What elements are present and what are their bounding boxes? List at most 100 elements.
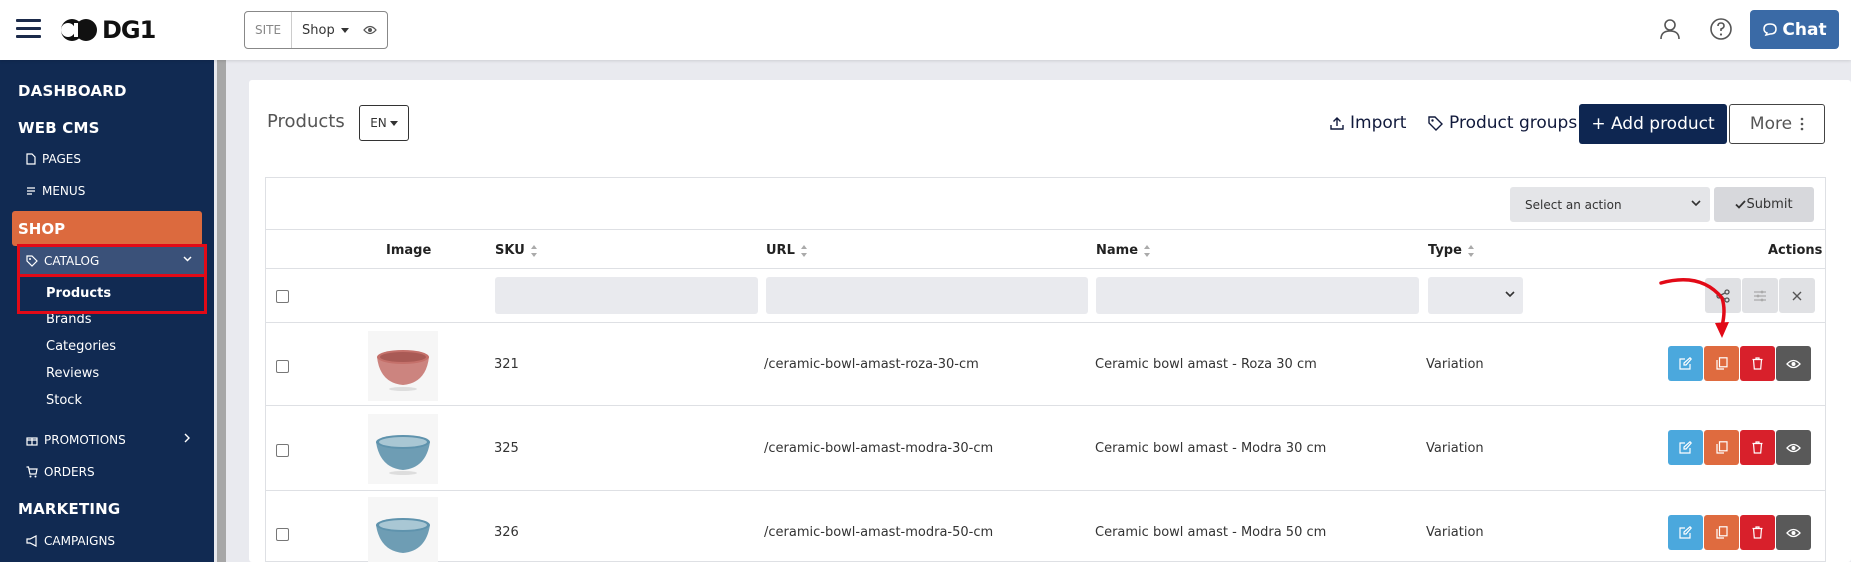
delete-button[interactable] [1740, 346, 1775, 381]
sort-icon [530, 244, 537, 257]
duplicate-button[interactable] [1704, 515, 1739, 550]
delete-button[interactable] [1740, 430, 1775, 465]
view-button[interactable] [1776, 430, 1811, 465]
trash-icon [1752, 357, 1763, 370]
sidebar-item-marketing[interactable]: MARKETING [18, 500, 120, 518]
divider [265, 405, 1826, 406]
language-dropdown[interactable]: EN [359, 105, 409, 141]
sidebar-item-menus[interactable]: MENUS [26, 184, 85, 198]
bowl-image [376, 518, 430, 553]
sidebar-scrollbar[interactable] [217, 60, 226, 562]
row-checkbox[interactable] [276, 444, 289, 457]
copy-icon [1715, 441, 1728, 454]
submit-button[interactable]: Submit [1714, 187, 1814, 222]
import-label: Import [1350, 113, 1407, 133]
sidebar-item-web-cms[interactable]: WEB CMS [18, 119, 100, 137]
select-all-checkbox[interactable] [276, 290, 289, 303]
column-header-label: URL [766, 243, 795, 258]
url-cell: /ceramic-bowl-amast-modra-50-cm [764, 525, 994, 540]
type-cell: Variation [1426, 525, 1484, 540]
delete-button[interactable] [1740, 515, 1775, 550]
eye-icon [1786, 443, 1801, 452]
duplicate-button[interactable] [1704, 430, 1739, 465]
row-checkbox[interactable] [276, 528, 289, 541]
column-header-label: SKU [495, 243, 525, 258]
eye-icon [1786, 359, 1801, 368]
language-value: EN [370, 116, 387, 130]
duplicate-button[interactable] [1704, 346, 1739, 381]
url-cell: /ceramic-bowl-amast-modra-30-cm [764, 441, 994, 456]
check-icon [1735, 200, 1747, 209]
site-select[interactable]: Shop [292, 23, 377, 38]
help-icon[interactable] [1709, 17, 1733, 41]
sku-filter-input[interactable] [495, 277, 758, 314]
product-groups-label: Product groups [1449, 113, 1578, 133]
more-button[interactable]: More [1729, 104, 1825, 144]
chat-button[interactable]: Chat [1750, 10, 1839, 49]
sidebar-item-campaigns[interactable]: CAMPAIGNS [26, 534, 115, 548]
name-cell: Ceramic bowl amast - Roza 30 cm [1095, 357, 1317, 372]
product-thumbnail [368, 497, 438, 562]
logo[interactable]: DG1 [60, 16, 156, 44]
logo-text: DG1 [102, 16, 156, 44]
name-filter-input[interactable] [1096, 277, 1419, 314]
edit-button[interactable] [1668, 346, 1703, 381]
clear-filters-button[interactable] [1779, 278, 1815, 313]
add-product-button[interactable]: + Add product [1579, 104, 1727, 144]
view-button[interactable] [1776, 515, 1811, 550]
sidebar-subitem-brands[interactable]: Brands [46, 312, 92, 327]
sidebar-item-dashboard[interactable]: DASHBOARD [18, 82, 127, 100]
sort-icon [800, 244, 807, 257]
column-header-type[interactable]: Type [1428, 243, 1475, 258]
kebab-icon [1800, 117, 1804, 131]
trash-icon [1752, 441, 1763, 454]
more-label: More [1749, 114, 1793, 134]
user-icon[interactable] [1658, 17, 1682, 41]
type-cell: Variation [1426, 357, 1484, 372]
filter-options-button[interactable] [1742, 278, 1778, 313]
list-icon [27, 187, 35, 195]
url-filter-input[interactable] [766, 277, 1088, 314]
edit-icon [1679, 441, 1692, 454]
product-thumbnail [368, 414, 438, 484]
type-filter-select[interactable] [1428, 277, 1523, 314]
sku-cell: 325 [494, 441, 519, 456]
logo-mark-icon [61, 19, 97, 41]
view-button[interactable] [1776, 346, 1811, 381]
sidebar-item-shop[interactable]: SHOP [12, 211, 202, 246]
sidebar-subitem-categories[interactable]: Categories [46, 339, 116, 354]
eye-icon[interactable] [362, 25, 377, 35]
product-groups-button[interactable]: Product groups [1428, 113, 1577, 133]
bulk-action-placeholder: Select an action [1525, 197, 1622, 212]
column-header-actions: Actions [1768, 243, 1823, 258]
copy-icon [1715, 357, 1728, 370]
column-header-name[interactable]: Name [1096, 243, 1151, 258]
edit-button[interactable] [1668, 515, 1703, 550]
sku-cell: 326 [494, 525, 519, 540]
name-cell: Ceramic bowl amast - Modra 30 cm [1095, 441, 1327, 456]
column-settings-button[interactable] [1705, 278, 1741, 313]
bowl-image [377, 350, 429, 391]
edit-button[interactable] [1668, 430, 1703, 465]
import-button[interactable]: Import [1330, 113, 1406, 133]
column-header-url[interactable]: URL [766, 243, 808, 258]
sidebar-item-orders[interactable]: ORDERS [26, 465, 95, 479]
chat-icon [1763, 23, 1778, 37]
eye-icon [1786, 528, 1801, 537]
column-header-label: Name [1096, 243, 1139, 258]
sidebar-item-label: SHOP [18, 219, 66, 238]
row-checkbox[interactable] [276, 360, 289, 373]
sidebar-subitem-stock[interactable]: Stock [46, 393, 82, 408]
hamburger-menu-icon[interactable] [16, 19, 41, 39]
sidebar-item-promotions[interactable]: PROMOTIONS [26, 433, 126, 447]
site-value: Shop [302, 22, 335, 38]
sidebar-item-label: MENUS [42, 184, 86, 198]
divider [265, 322, 1826, 323]
sku-cell: 321 [494, 357, 519, 372]
column-header-sku[interactable]: SKU [495, 243, 538, 258]
sidebar-subitem-reviews[interactable]: Reviews [46, 366, 99, 381]
bulk-action-select[interactable]: Select an action [1510, 187, 1710, 222]
file-icon [26, 153, 36, 165]
sidebar-item-pages[interactable]: PAGES [26, 152, 81, 166]
caret-down-icon [389, 120, 398, 126]
